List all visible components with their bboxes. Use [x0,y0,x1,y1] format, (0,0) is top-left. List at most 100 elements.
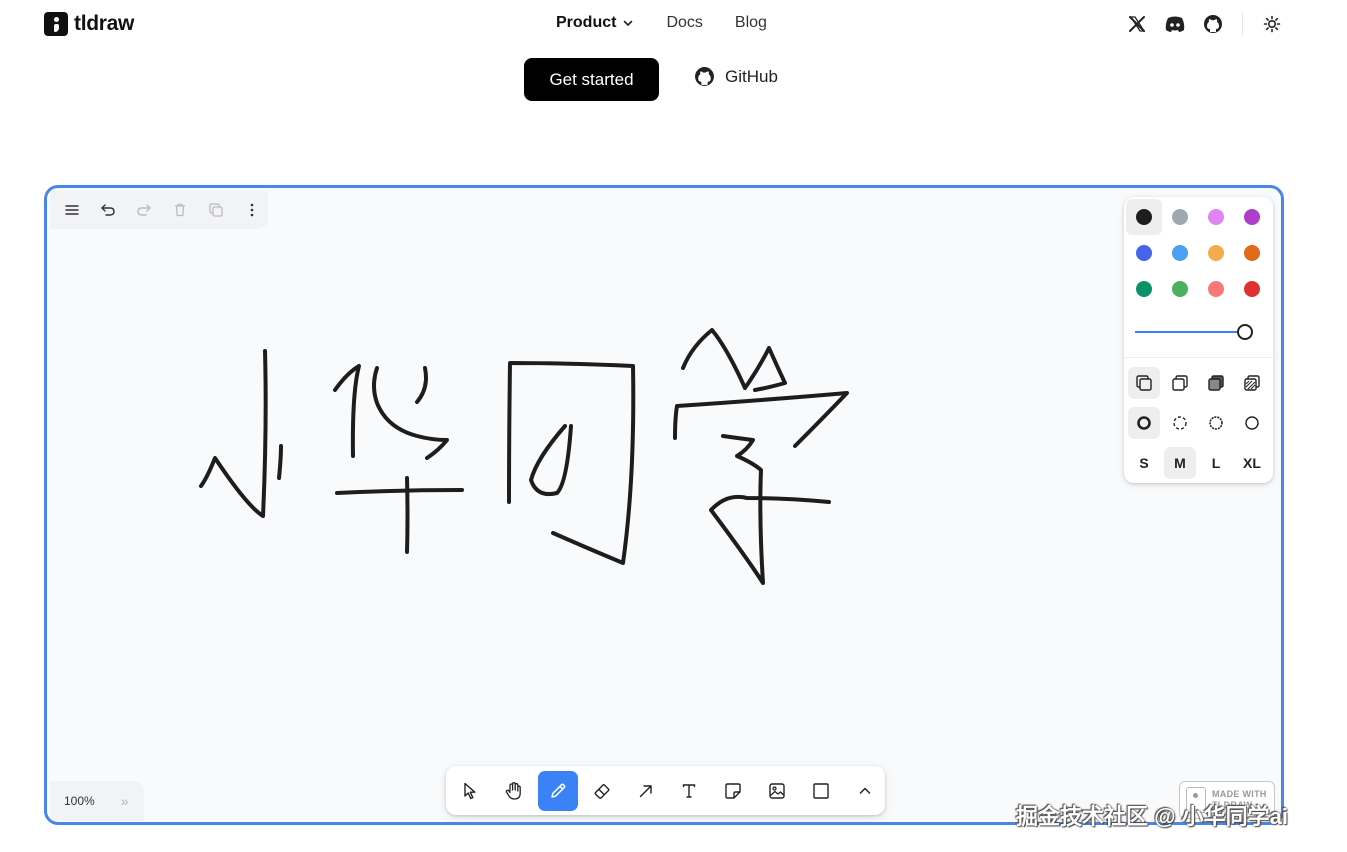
ink-stroke [507,361,636,565]
ink-stroke [277,444,283,480]
color-dot-blue [1136,245,1152,261]
size-xl-button[interactable]: XL [1234,443,1270,483]
opacity-slider-thumb[interactable] [1237,324,1253,340]
nav-product-label: Product [556,14,617,31]
tldraw-editor[interactable]: S M L XL 100% » MADE WITH TLDRAW [44,185,1284,825]
duplicate-icon[interactable] [200,194,232,226]
color-dot-yellow [1208,245,1224,261]
color-swatch-black[interactable] [1126,199,1162,235]
chevron-up-icon[interactable] [845,771,885,811]
image-icon[interactable] [757,771,797,811]
draw-icon[interactable] [537,770,578,811]
ink-stroke [529,424,573,497]
style-panel-divider [1124,357,1273,358]
color-swatch-light-red[interactable] [1198,271,1234,307]
undo-icon[interactable] [92,194,124,226]
size-l-button[interactable]: L [1198,443,1234,483]
ink-stroke [415,366,428,404]
color-swatch-orange[interactable] [1234,235,1270,271]
x-icon[interactable] [1126,13,1148,35]
color-dot-red [1244,281,1260,297]
color-dot-green [1136,281,1152,297]
style-panel: S M L XL [1124,197,1273,483]
color-dot-black [1136,209,1152,225]
size-s-button[interactable]: S [1126,443,1162,483]
eraser-icon[interactable] [582,771,622,811]
ink-stroke [709,434,831,585]
logo-text: tldraw [74,12,135,35]
color-swatch-yellow[interactable] [1198,235,1234,271]
header-separator [1242,13,1243,35]
more-vertical-icon[interactable] [236,194,268,226]
trash-icon[interactable] [164,194,196,226]
ink-stroke [673,391,849,448]
fill-solid-icon[interactable] [1198,363,1234,403]
rectangle-icon[interactable] [801,771,841,811]
size-m-button[interactable]: M [1162,443,1198,483]
select-icon[interactable] [450,771,490,811]
color-dot-light-green [1172,281,1188,297]
dash-draw-icon[interactable] [1126,403,1162,443]
github-icon[interactable] [1202,13,1224,35]
tool-bar [446,766,885,815]
fill-semi-icon[interactable] [1162,363,1198,403]
chevron-down-icon [624,20,633,26]
redo-icon[interactable] [128,194,160,226]
dash-dashed-icon[interactable] [1162,403,1198,443]
opacity-slider-track [1135,331,1243,333]
color-dot-light-violet [1208,209,1224,225]
ink-stroke [333,364,361,458]
note-icon[interactable] [713,771,753,811]
get-started-button[interactable]: Get started [524,58,659,101]
color-swatch-light-violet[interactable] [1198,199,1234,235]
hand-icon[interactable] [494,771,534,811]
color-dot-orange [1244,245,1260,261]
fill-pattern-icon[interactable] [1234,363,1270,403]
fill-none-icon[interactable] [1126,363,1162,403]
nav-product[interactable]: Product [556,14,634,32]
ink-stroke [681,328,787,392]
dash-solid-icon[interactable] [1234,403,1270,443]
dash-dotted-icon[interactable] [1198,403,1234,443]
style-options: S M L XL [1126,363,1270,483]
arrow-icon[interactable] [626,771,666,811]
nav-blog[interactable]: Blog [735,14,767,32]
color-dot-light-blue [1172,245,1188,261]
ink-stroke [335,488,464,495]
github-link[interactable]: GitHub [694,66,778,87]
editor-menu-bar [50,191,268,229]
color-swatch-light-green[interactable] [1162,271,1198,307]
github-link-label: GitHub [725,66,778,86]
hamburger-menu-icon[interactable] [56,194,88,226]
ink-stroke [405,476,410,554]
tldraw-logo-icon [44,12,68,36]
watermark: 掘金技术社区 @ 小华同学ai [1016,804,1289,829]
drawing-canvas[interactable] [47,188,1284,825]
size-m-label: M [1164,447,1196,479]
color-swatch-light-blue[interactable] [1162,235,1198,271]
color-picker [1126,199,1270,307]
ink-stroke [372,366,449,460]
text-icon[interactable] [670,771,710,811]
theme-toggle-icon[interactable] [1261,13,1283,35]
opacity-slider[interactable] [1135,323,1253,341]
color-swatch-grey[interactable] [1162,199,1198,235]
ink-stroke [199,349,268,518]
color-dot-violet [1244,209,1260,225]
tldraw-logo[interactable]: tldraw [44,12,134,36]
social-links [1126,13,1283,35]
nav-docs[interactable]: Docs [666,14,702,32]
minimap-toggle-icon[interactable]: » [121,793,129,809]
main-nav: Product Docs Blog [556,14,767,32]
discord-icon[interactable] [1164,13,1186,35]
color-swatch-red[interactable] [1234,271,1270,307]
color-swatch-blue[interactable] [1126,235,1162,271]
page: tldraw Product Docs Blog Get started Git… [0,0,1347,852]
color-swatch-green[interactable] [1126,271,1162,307]
color-dot-grey [1172,209,1188,225]
color-dot-light-red [1208,281,1224,297]
zoom-control: 100% » [50,781,144,821]
color-swatch-violet[interactable] [1234,199,1270,235]
zoom-level[interactable]: 100% [64,794,95,808]
github-icon [695,67,714,86]
